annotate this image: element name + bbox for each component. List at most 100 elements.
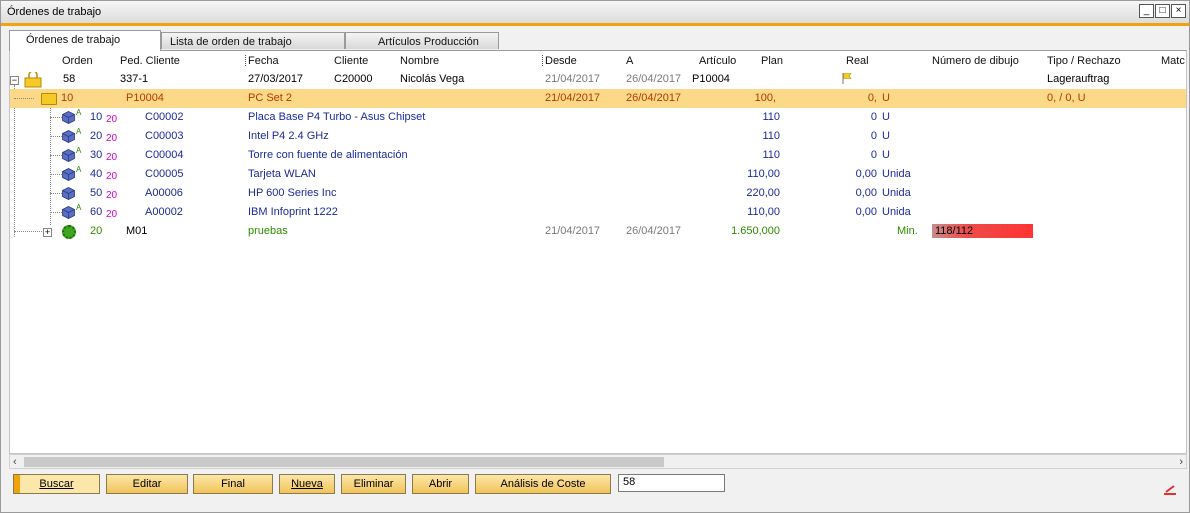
col-tipo-rechazo[interactable]: Tipo / Rechazo: [1047, 55, 1121, 67]
col-numero-dibujo[interactable]: Número de dibujo: [932, 55, 1019, 67]
scroll-right-icon[interactable]: ›: [1179, 456, 1183, 468]
row-orden: 60: [90, 206, 103, 218]
row-real: 0,00: [855, 187, 877, 199]
availability-marker: A: [76, 146, 82, 155]
col-a[interactable]: A: [626, 55, 633, 67]
tree-line: [50, 212, 62, 213]
row-item-code: C00003: [145, 130, 184, 142]
col-real[interactable]: Real: [846, 55, 869, 67]
row-sub: 20: [106, 209, 118, 220]
row-a: 26/04/2017: [626, 73, 682, 85]
item-cube-icon: [62, 206, 75, 219]
table-row[interactable]: 50 20 A00006 HP 600 Series Inc 220,00 0,…: [10, 184, 1186, 203]
column-divider[interactable]: [245, 55, 247, 66]
row-plan: 110: [762, 149, 780, 161]
tree-line: [50, 155, 62, 156]
row-unit: Min.: [897, 225, 918, 237]
row-sub: 20: [106, 152, 118, 163]
row-description: pruebas: [248, 225, 288, 237]
row-orden: 50: [90, 187, 103, 199]
table-row[interactable]: A 40 20 C00005 Tarjeta WLAN 110,00 0,00 …: [10, 165, 1186, 184]
item-cube-icon: [62, 187, 75, 200]
row-plan: 110: [762, 111, 780, 123]
abrir-button[interactable]: Abrir: [412, 474, 469, 494]
row-nombre: Nicolás Vega: [400, 73, 465, 85]
tree-line: [50, 136, 62, 137]
table-row-selected[interactable]: 10 P10004 PC Set 2 21/04/2017 26/04/2017…: [10, 89, 1186, 108]
button-label: Editar: [132, 478, 162, 490]
lock-folder-icon: [24, 72, 42, 88]
tab-articulos-produccion[interactable]: Artículos Producción: [345, 32, 499, 49]
row-sub: 20: [106, 114, 118, 125]
tree-line: [14, 231, 42, 232]
row-orden: 10: [90, 111, 103, 123]
folder-icon: [41, 93, 57, 105]
tab-label: Artículos Producción: [378, 36, 479, 48]
row-resource-code: M01: [126, 225, 148, 237]
col-nombre[interactable]: Nombre: [400, 55, 439, 67]
collapse-toggle-icon[interactable]: −: [10, 76, 19, 85]
button-label: Abrir: [428, 478, 453, 490]
analisis-de-coste-button[interactable]: Análisis de Coste: [475, 474, 611, 494]
scroll-thumb[interactable]: [24, 457, 664, 467]
row-orden: 20: [90, 130, 103, 142]
nueva-button[interactable]: Nueva: [279, 474, 335, 494]
title-bar[interactable]: Órdenes de trabajo _ □ ×: [1, 1, 1189, 26]
final-button[interactable]: Final: [193, 474, 273, 494]
col-cliente[interactable]: Cliente: [334, 55, 368, 67]
col-ped-cliente[interactable]: Ped. Cliente: [120, 55, 180, 67]
table-row[interactable]: − 58 337-1 27/03/2017 C20000 Nicolás Veg…: [10, 70, 1186, 89]
availability-marker: A: [76, 203, 82, 212]
row-unit: U: [882, 130, 890, 142]
table-row[interactable]: + 20 M01 pruebas 21/04/2017 26/04/2017 1…: [10, 222, 1186, 241]
row-item-code: C00005: [145, 168, 184, 180]
horizontal-scrollbar[interactable]: ‹ ›: [9, 454, 1187, 469]
row-ped-cliente: P10004: [126, 92, 164, 104]
table-row[interactable]: A 60 20 A00002 IBM Infoprint 1222 110,00…: [10, 203, 1186, 222]
col-plan[interactable]: Plan: [761, 55, 783, 67]
row-real: 0,00: [855, 206, 877, 218]
row-plan: 110,00: [747, 206, 780, 218]
col-desde[interactable]: Desde: [545, 55, 577, 67]
row-orden: 20: [90, 225, 103, 237]
search-input[interactable]: 58: [618, 474, 725, 492]
table-row[interactable]: A 30 20 C00004 Torre con fuente de alime…: [10, 146, 1186, 165]
table-row[interactable]: A 10 20 C00002 Placa Base P4 Turbo - Asu…: [10, 108, 1186, 127]
scroll-left-icon[interactable]: ‹: [13, 456, 17, 468]
row-orden: 10: [61, 92, 74, 104]
col-matc[interactable]: Matc: [1161, 55, 1185, 67]
row-description: Torre con fuente de alimentación: [248, 149, 408, 161]
availability-marker: A: [76, 108, 82, 117]
minimize-icon[interactable]: _: [1139, 4, 1154, 18]
row-unit: U: [882, 149, 890, 161]
tab-ordenes-de-trabajo[interactable]: Órdenes de trabajo: [9, 30, 161, 51]
row-real: 0: [870, 111, 877, 123]
resize-corner-icon[interactable]: [1163, 485, 1177, 495]
expand-toggle-icon[interactable]: +: [43, 228, 52, 237]
col-fecha[interactable]: Fecha: [248, 55, 279, 67]
row-sub: 20: [106, 133, 118, 144]
tree-line: [50, 117, 62, 118]
item-cube-icon: [62, 111, 75, 124]
close-icon[interactable]: ×: [1171, 4, 1186, 18]
col-articulo[interactable]: Artículo: [699, 55, 736, 67]
col-orden[interactable]: Orden: [62, 55, 93, 67]
table-row[interactable]: A 20 20 C00003 Intel P4 2.4 GHz 110 0 U: [10, 127, 1186, 146]
row-a: 26/04/2017: [626, 92, 682, 104]
row-dibujo: 118/112: [935, 225, 974, 237]
tab-lista-orden-trabajo[interactable]: Lista de orden de trabajo: [161, 32, 345, 49]
row-unit: Unida: [882, 168, 911, 180]
row-item-code: C00004: [145, 149, 184, 161]
work-order-tree-grid: Orden Ped. Cliente Fecha Cliente Nombre …: [9, 50, 1187, 454]
buscar-button[interactable]: Buscar: [13, 474, 100, 494]
editar-button[interactable]: Editar: [106, 474, 188, 494]
row-tipo: Lagerauftrag: [1047, 73, 1110, 85]
maximize-icon[interactable]: □: [1155, 4, 1170, 18]
column-divider[interactable]: [542, 55, 544, 66]
row-real: 0: [870, 130, 877, 142]
button-label: Nueva: [291, 478, 323, 490]
tab-label: Lista de orden de trabajo: [170, 36, 292, 48]
row-desde: 21/04/2017: [545, 225, 601, 237]
eliminar-button[interactable]: Eliminar: [341, 474, 406, 494]
row-plan: 220,00: [746, 187, 780, 199]
